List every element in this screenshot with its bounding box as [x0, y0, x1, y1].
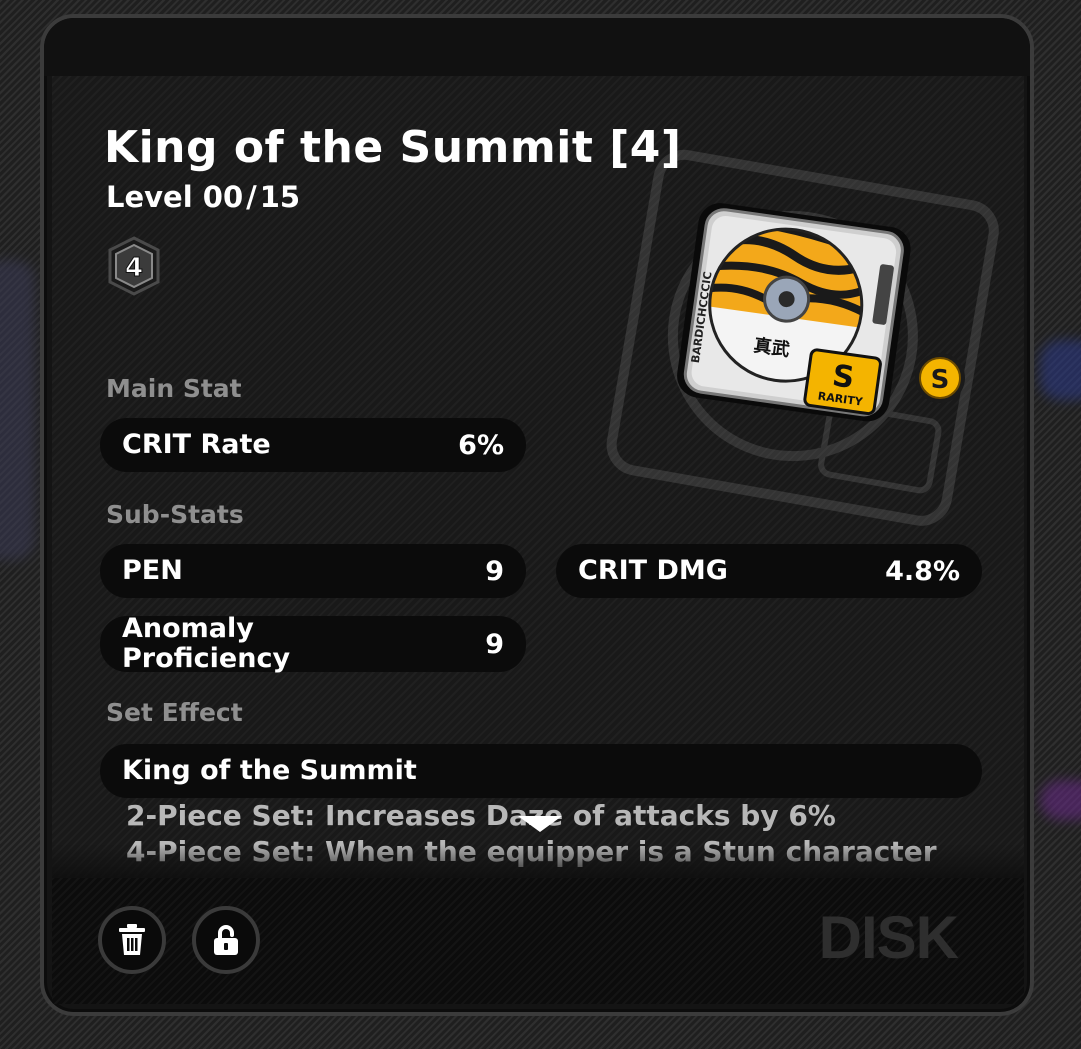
disk-name: King of the Summit	[104, 122, 594, 173]
background-blur-right	[1040, 340, 1081, 400]
level-current: 00	[202, 180, 244, 214]
scroll-down-icon[interactable]	[518, 816, 562, 832]
rank-s-badge: S	[915, 353, 965, 403]
main-stat-row: CRIT Rate 6%	[100, 418, 526, 472]
unlock-icon	[214, 925, 238, 955]
main-stat-label: Main Stat	[106, 374, 242, 403]
sub-stat-name: CRIT DMG	[578, 554, 728, 586]
level-label: Level	[106, 180, 193, 214]
set-effect-name-row: King of the Summit	[100, 744, 982, 798]
slot-number-badge: 4	[108, 236, 160, 296]
disk-artwork: BARDICHCCCIC 真武 S RARITY	[677, 203, 911, 422]
delete-button[interactable]	[98, 906, 166, 974]
disk-detail-card: King of the Summit [4] Level 00/15 4 BAR…	[40, 14, 1034, 1016]
disk-slot-label: [4]	[609, 122, 682, 173]
background-blur-left	[0, 260, 35, 560]
sub-stat-value: 9	[485, 555, 504, 587]
sub-stats-label: Sub-Stats	[106, 500, 244, 529]
sub-stat-name: Anomaly Proficiency	[122, 612, 291, 674]
main-stat-name: CRIT Rate	[122, 428, 271, 460]
disk-title: King of the Summit [4]	[104, 122, 682, 173]
set-effect-label: Set Effect	[106, 698, 243, 727]
sub-stat-name: PEN	[122, 554, 183, 586]
sub-stat-value: 9	[485, 628, 504, 660]
level-separator: /	[246, 180, 257, 214]
disk-watermark: DISK	[818, 904, 959, 971]
set-effect-name: King of the Summit	[122, 754, 417, 786]
sub-stat-row: Anomaly Proficiency 9	[100, 612, 526, 674]
sub-stat-row: PEN 9	[100, 544, 526, 598]
slot-number-text: 4	[125, 253, 143, 283]
sub-stat-value: 4.8%	[885, 555, 960, 587]
background-blur-right-2	[1040, 780, 1081, 820]
rank-letter: S	[931, 365, 950, 395]
description-fade	[52, 844, 1024, 882]
lock-toggle-button[interactable]	[192, 906, 260, 974]
level-max: 15	[259, 180, 301, 214]
card-body: King of the Summit [4] Level 00/15 4 BAR…	[52, 76, 1024, 882]
main-stat-value: 6%	[458, 429, 504, 461]
sub-stat-row: CRIT DMG 4.8%	[556, 544, 982, 598]
card-top-bar	[44, 18, 1030, 76]
trash-icon	[119, 924, 145, 955]
disk-level: Level 00/15	[106, 180, 300, 214]
